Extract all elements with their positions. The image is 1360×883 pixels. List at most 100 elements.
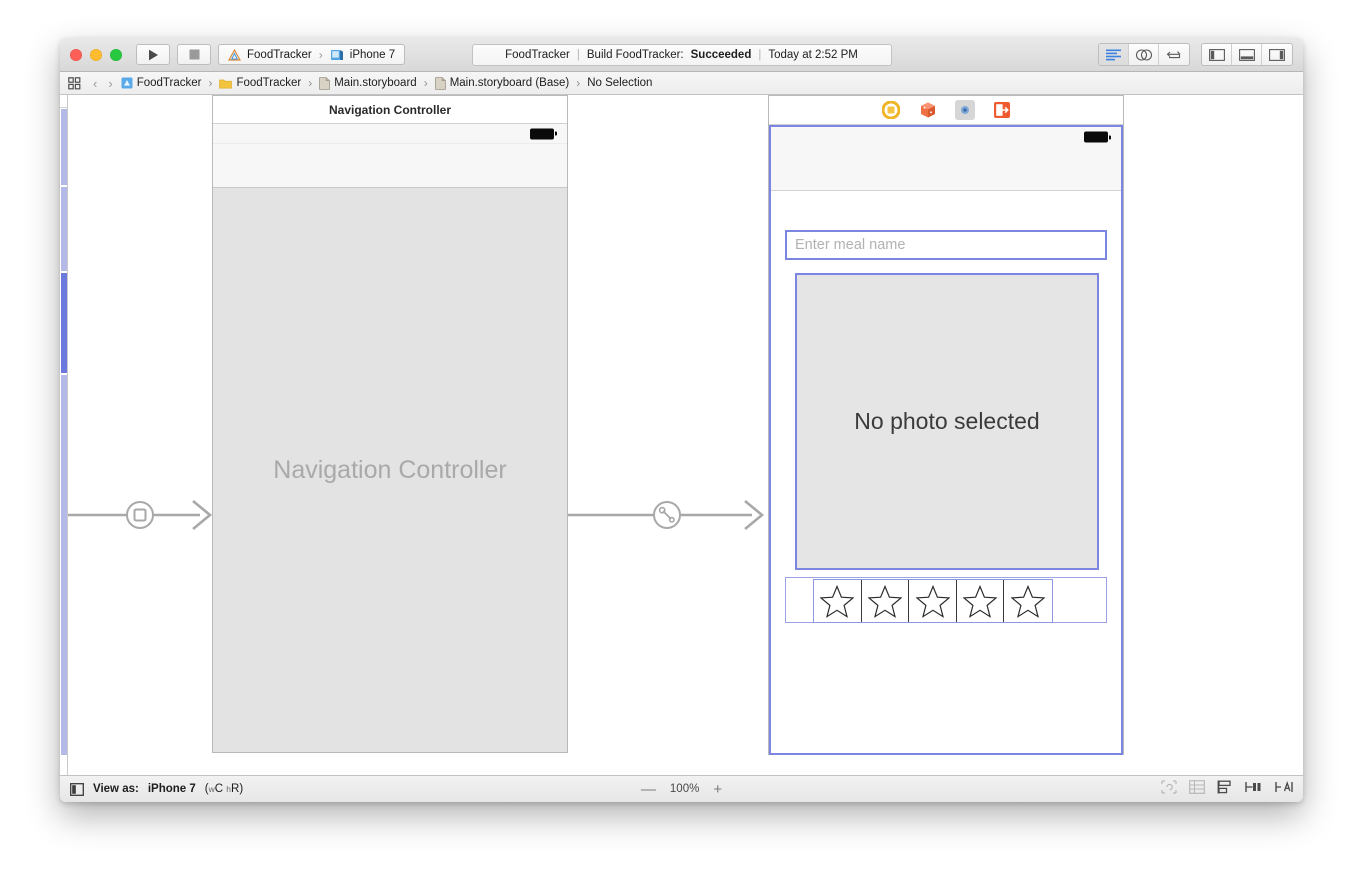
version-editor-button[interactable] <box>1159 44 1189 65</box>
breadcrumb-item-storyboard[interactable]: Main.storyboard <box>319 76 417 90</box>
zoom-in-button[interactable]: + <box>713 782 722 797</box>
zoom-out-button[interactable]: — <box>641 782 656 797</box>
rating-star-button[interactable] <box>862 580 910 622</box>
toggle-navigator-button[interactable] <box>1202 44 1232 65</box>
iphone-device-icon <box>330 49 343 60</box>
status-project-label: FoodTracker <box>505 48 570 61</box>
minimize-window-button[interactable] <box>90 48 102 61</box>
scheme-separator: › <box>318 47 323 62</box>
battery-icon <box>530 128 557 139</box>
rating-star-button[interactable] <box>909 580 957 622</box>
close-window-button[interactable] <box>70 48 82 61</box>
status-result-label: Succeeded <box>690 48 752 61</box>
zoom-window-button[interactable] <box>110 48 122 61</box>
embed-in-icon[interactable] <box>1189 779 1205 799</box>
auto-layout-toolbar <box>1161 779 1293 799</box>
photo-placeholder-label: No photo selected <box>854 408 1040 434</box>
navigator-panel-icon <box>1208 48 1225 61</box>
navigator-panel-sliver[interactable] <box>60 95 68 775</box>
first-responder-icon[interactable] <box>918 100 938 120</box>
rating-control[interactable] <box>813 579 1053 623</box>
meal-name-placeholder: Enter meal name <box>795 237 906 253</box>
status-bar <box>771 127 1121 147</box>
update-frames-icon[interactable] <box>1161 779 1177 799</box>
toggle-debug-area-button[interactable] <box>1232 44 1262 65</box>
jump-bar-back-button[interactable]: ‹ <box>90 76 100 91</box>
scheme-project-label: FoodTracker <box>247 48 312 61</box>
zoom-level-label: 100% <box>669 783 700 795</box>
pin-glyph <box>1245 781 1261 792</box>
storyboard-canvas[interactable]: Navigation Controller Navigation Control… <box>68 95 1303 775</box>
editor-body: Navigation Controller Navigation Control… <box>60 95 1303 775</box>
run-button[interactable] <box>136 44 170 65</box>
related-items-icon[interactable] <box>68 76 81 90</box>
navigator-row[interactable] <box>61 109 67 185</box>
navigator-row[interactable] <box>61 375 67 755</box>
canvas-bottom-bar: View as: iPhone 7 (wC hR) — 100% + <box>60 775 1303 802</box>
status-action-label: Build FoodTracker: <box>586 48 684 61</box>
breadcrumb-item-folder[interactable]: FoodTracker <box>219 77 301 89</box>
stop-button[interactable] <box>177 44 211 65</box>
star-icon <box>867 584 902 618</box>
standard-editor-button[interactable] <box>1099 44 1129 65</box>
breadcrumb-item-selection[interactable]: No Selection <box>587 77 652 89</box>
align-icon[interactable] <box>1217 780 1233 799</box>
breadcrumb-label: Main.storyboard <box>334 77 417 89</box>
scene-dock <box>769 96 1123 125</box>
meal-root-view[interactable]: Enter meal name No photo selected <box>769 125 1123 755</box>
star-icon <box>963 584 998 618</box>
rating-star-button[interactable] <box>1004 580 1052 622</box>
toggle-utilities-button[interactable] <box>1262 44 1292 65</box>
view-as-control[interactable]: View as: iPhone 7 (wC hR) <box>70 782 243 796</box>
jump-bar: ‹ › FoodTracker › FoodTracker › Main.sto… <box>60 72 1303 95</box>
debug-panel-icon <box>1238 48 1255 61</box>
star-icon <box>1011 584 1046 618</box>
jump-bar-forward-button[interactable]: › <box>105 76 115 91</box>
breadcrumb-label: No Selection <box>587 77 653 89</box>
scheme-selector[interactable]: FoodTracker › iPhone 7 <box>218 44 406 65</box>
navigation-controller-scene[interactable]: Navigation Controller Navigation Control… <box>212 95 568 753</box>
view-controller-glyph <box>881 101 900 119</box>
breadcrumb-label: Main.storyboard (Base) <box>449 77 570 89</box>
view-as-prefix-label: View as: <box>93 783 139 795</box>
status-separator-2: | <box>758 48 762 61</box>
breadcrumb-item-project[interactable]: FoodTracker <box>121 77 201 89</box>
update-frames-glyph <box>1161 779 1177 794</box>
relationship-segue-arrow[interactable] <box>568 485 770 545</box>
exit-glyph <box>960 106 969 114</box>
star-icon <box>820 584 855 618</box>
version-editor-icon <box>1166 50 1181 58</box>
trait-width-class: C <box>214 783 224 795</box>
view-controller-icon[interactable] <box>881 100 901 120</box>
screenshot-root: FoodTracker › iPhone 7 FoodTracker | Bui… <box>0 0 1360 883</box>
navigator-row[interactable] <box>61 187 67 271</box>
breadcrumb-separator: › <box>423 76 428 90</box>
meal-view-controller-scene[interactable]: Enter meal name No photo selected <box>768 95 1124 755</box>
rating-star-button[interactable] <box>814 580 862 622</box>
navigator-row-selected[interactable] <box>61 273 67 373</box>
stop-icon <box>189 49 199 60</box>
pin-icon[interactable] <box>1245 780 1263 799</box>
toolbar-right-controls <box>1098 43 1293 66</box>
resolve-issues-icon[interactable] <box>1275 780 1293 799</box>
unwind-segue-icon[interactable] <box>992 100 1012 120</box>
storyboard-icon <box>319 76 331 90</box>
scheme-destination-label: iPhone 7 <box>349 48 396 61</box>
battery-icon <box>1084 131 1111 143</box>
assistant-editor-button[interactable] <box>1129 44 1159 65</box>
photo-image-view[interactable]: No photo selected <box>795 273 1099 570</box>
breadcrumb-item-storyboard-base[interactable]: Main.storyboard (Base) <box>434 76 570 90</box>
breadcrumb-separator: › <box>308 76 313 90</box>
navigation-bar[interactable] <box>213 144 567 188</box>
size-class-traits: (wC hR) <box>205 783 243 795</box>
meal-name-textfield[interactable]: Enter meal name <box>785 230 1107 260</box>
folder-icon <box>219 79 233 89</box>
traffic-lights <box>70 48 122 61</box>
rating-star-button[interactable] <box>957 580 1005 622</box>
breadcrumb-label: FoodTracker <box>236 77 302 89</box>
exit-icon[interactable] <box>954 100 975 120</box>
activity-status-view: FoodTracker | Build FoodTracker: Succeed… <box>471 43 892 66</box>
navigation-bar[interactable] <box>771 147 1121 191</box>
initial-view-controller-arrow[interactable] <box>68 485 218 545</box>
breadcrumb-separator: › <box>576 76 581 90</box>
